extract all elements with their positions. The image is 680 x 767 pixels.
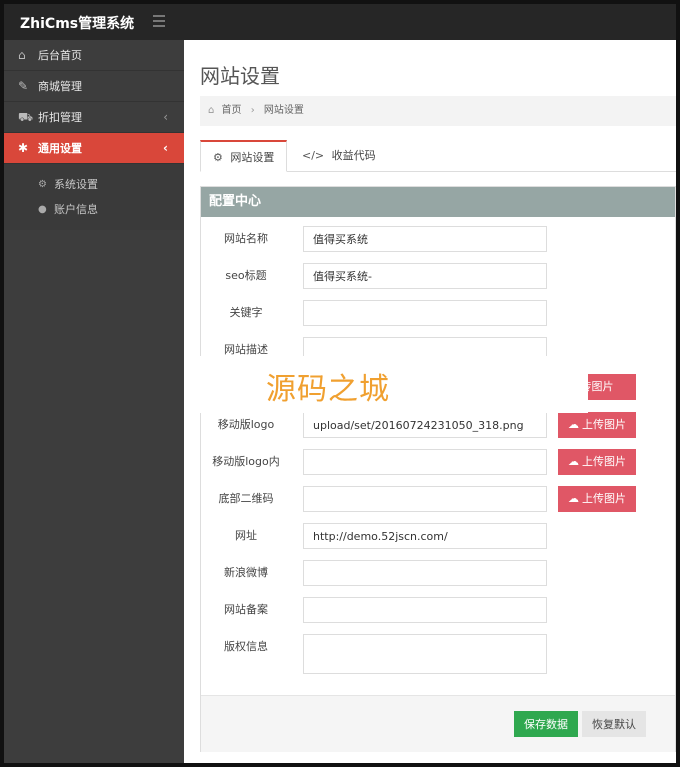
user-icon: ● [38,204,47,215]
field-label: 网站名称 [224,232,268,245]
breadcrumb-separator: › [250,105,255,116]
tab-revenue-code[interactable]: </> 收益代码 [290,140,388,172]
magic-wand-icon: ✎ [18,79,29,93]
form-row-site-name: 网站名称 [201,226,676,252]
form-row-mobile-logo: 移动版logo ☁上传图片 [201,412,676,438]
form-row-copyright: 版权信息 [201,634,676,674]
sidebar-item-dashboard[interactable]: ⌂ 后台首页 [4,40,184,71]
field-label: 版权信息 [224,640,268,653]
page-title: 网站设置 [200,64,280,88]
field-label: 新浪微博 [224,566,268,579]
field-label: 关键字 [229,306,263,319]
form-row-weibo: 新浪微博 [201,560,676,586]
sidebar-item-label: 通用设置 [38,142,82,155]
keywords-input[interactable] [303,300,547,326]
save-button[interactable]: 保存数据 [514,711,578,737]
form-row-mobile-logo-inner: 移动版logo内 ☁ 上传图片 [201,449,676,475]
sidebar-subitem-label: 系统设置 [54,178,98,191]
weibo-input[interactable] [303,560,547,586]
tab-label: 网站设置 [230,151,275,164]
tab-site-settings[interactable]: ⚙ 网站设置 [200,140,288,172]
code-icon: </> [302,149,325,162]
home-icon: ⌂ [208,105,215,116]
app-title: ZhiCms管理系统 [20,16,135,32]
field-label: 网址 [235,529,257,542]
field-label: 网站备案 [224,603,268,616]
chevron-left-icon: ‹ [163,141,168,155]
form-row-keywords: 关键字 [201,300,676,326]
cloud-upload-icon: ☁ [568,492,579,505]
sidebar-subitem-label: 账户信息 [54,203,98,216]
cloud-upload-icon: ☁ [568,418,579,431]
cloud-upload-icon: ☁ [568,455,579,468]
cart-icon: ⛟ [18,110,34,124]
seo-title-input[interactable] [303,263,547,289]
sidebar-submenu: ⚙ 系统设置 ● 账户信息 [4,164,184,230]
sidebar-item-label: 后台首页 [38,49,82,62]
sidebar: ⌂ 后台首页 ✎ 商城管理 ⛟ 折扣管理 ‹ ✱ 通用设置 ‹ ⚙ 系统设置 ●… [4,40,184,763]
tab-label: 收益代码 [331,149,376,162]
upload-button-mobile-logo[interactable]: ☁ 上传图片 [558,412,636,438]
sidebar-item-label: 折扣管理 [38,111,82,124]
icp-input[interactable] [303,597,547,623]
sidebar-subitem-system-settings[interactable]: ⚙ 系统设置 [4,172,184,197]
reset-button[interactable]: 恢复默认 [582,711,646,737]
form-row-url: 网址 [201,523,676,549]
mobile-logo-input[interactable] [303,412,547,438]
sidebar-item-label: 商城管理 [38,80,82,93]
gear-icon: ✱ [18,141,29,155]
top-bar: ZhiCms管理系统 [4,4,676,40]
url-input[interactable] [303,523,547,549]
form-row-icp: 网站备案 [201,597,676,623]
field-label: 底部二维码 [218,492,274,505]
upload-button-footer-qr[interactable]: ☁ 上传图片 [558,486,636,512]
sidebar-item-mall[interactable]: ✎ 商城管理 [4,71,184,102]
breadcrumb-home-link[interactable]: 首页 [222,105,242,116]
home-icon: ⌂ [18,48,26,62]
config-panel: 配置中心 网站名称 seo标题 关键字 网站描述 传图片 移动版l [200,186,676,752]
panel-title: 配置中心 [201,187,675,217]
footer-qr-input[interactable] [303,486,547,512]
field-label: 移动版logo [217,418,275,431]
tab-bar: ⚙ 网站设置 </> 收益代码 [200,140,676,172]
field-label: seo标题 [225,269,267,282]
field-label: 移动版logo内 [212,455,280,468]
copyright-textarea[interactable] [303,634,547,674]
watermark-band: 源码之城 [184,356,588,413]
site-name-input[interactable] [303,226,547,252]
sidebar-item-discount[interactable]: ⛟ 折扣管理 ‹ [4,102,184,133]
sidebar-item-general-settings[interactable]: ✱ 通用设置 ‹ [4,133,184,164]
breadcrumb-current: 网站设置 [263,105,304,116]
watermark-text: 源码之城 [266,372,390,407]
sidebar-subitem-account-info[interactable]: ● 账户信息 [4,197,184,222]
gears-icon: ⚙ [38,179,47,190]
form-row-seo-title: seo标题 [201,263,676,289]
chevron-left-icon: ‹ [163,110,168,124]
gears-icon: ⚙ [213,151,223,164]
upload-button-label: 上传图片 [582,455,626,468]
menu-toggle-icon[interactable] [153,15,165,27]
form-row-footer-qr: 底部二维码 ☁ 上传图片 [201,486,676,512]
panel-footer: 保存数据 恢复默认 [201,695,675,752]
upload-button-label: 上传图片 [582,418,626,431]
mobile-logo-inner-input[interactable] [303,449,547,475]
upload-button-mobile-logo-inner[interactable]: ☁ 上传图片 [558,449,636,475]
breadcrumb: ⌂ 首页 › 网站设置 [200,96,676,126]
upload-button-label: 上传图片 [582,492,626,505]
